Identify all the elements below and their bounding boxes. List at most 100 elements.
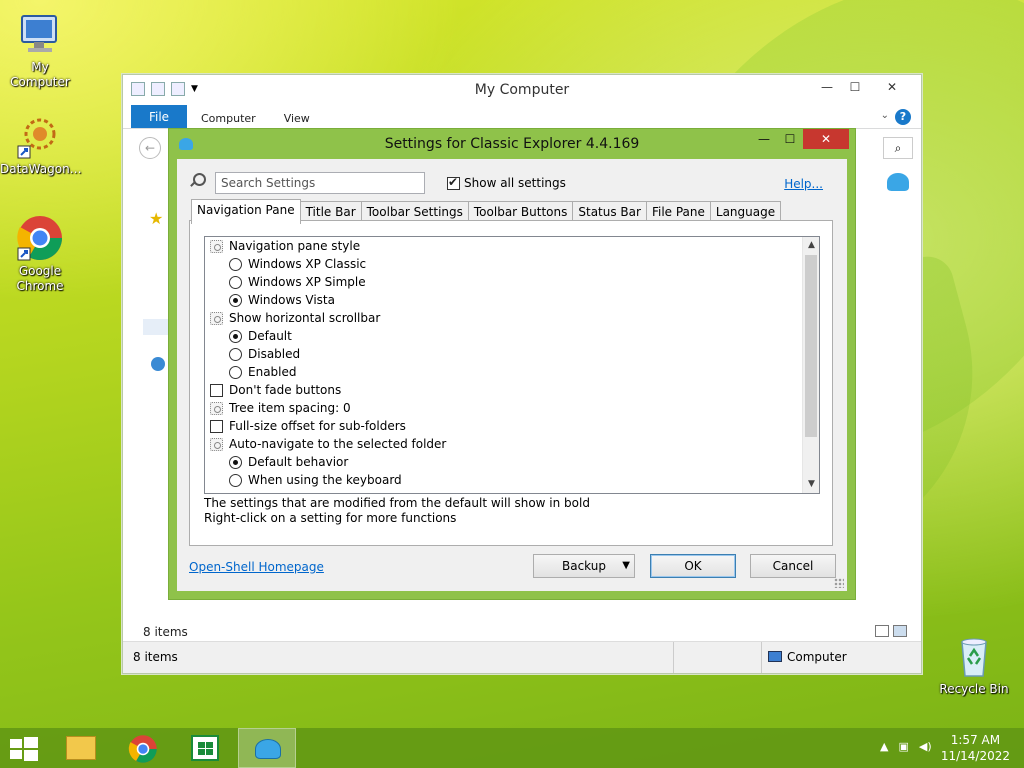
setting-radio[interactable]: Default behavior [205,453,819,471]
setting-gear-icon [210,239,223,253]
desktop-icon-my-computer[interactable]: My Computer [0,10,80,90]
search-icon[interactable]: ⌕ [883,137,913,159]
setting-label: Show horizontal scrollbar [229,311,381,325]
ribbon-shell-icon[interactable] [887,173,909,191]
setting-group[interactable]: Tree item spacing: 0 [205,399,819,417]
setting-radio[interactable]: Default [205,327,819,345]
help-link[interactable]: Help... [784,177,823,191]
setting-radio[interactable]: Windows XP Classic [205,255,819,273]
setting-label: Disabled [248,347,301,361]
network-icon[interactable] [151,357,165,371]
star-icon[interactable]: ★ [149,209,163,228]
setting-radio[interactable]: When using the keyboard [205,471,819,489]
desktop-icon-google-chrome[interactable]: Google Chrome [0,214,80,294]
setting-checkbox[interactable]: Full-size offset for sub-folders [205,417,819,435]
scroll-down-icon[interactable]: ▼ [803,476,819,493]
help-icon[interactable]: ? [895,109,911,125]
start-button[interactable] [10,737,38,761]
checkbox[interactable] [210,419,223,433]
setting-label: Windows Vista [248,293,335,307]
setting-label: Windows XP Simple [248,275,366,289]
desktop-icon-label: Recycle Bin [939,682,1009,696]
vertical-scrollbar[interactable]: ▲ ▼ [802,237,819,493]
explorer-titlebar[interactable]: ▼ My Computer — ☐ ✕ [123,75,921,105]
explorer-title: My Computer [474,82,570,98]
chrome-icon [128,735,157,763]
view-switcher [875,625,907,637]
setting-gear-icon [210,401,223,415]
show-all-settings-checkbox[interactable]: Show all settings [447,175,566,190]
ok-button[interactable]: OK [650,554,736,578]
desktop-icon-datawagon[interactable]: DataWagon… [0,112,82,177]
taskbar-store[interactable] [176,728,234,768]
note-bold-info: The settings that are modified from the … [204,496,590,510]
details-view-icon[interactable] [875,625,889,637]
cancel-button[interactable]: Cancel [750,554,836,578]
setting-radio[interactable]: Disabled [205,345,819,363]
settings-dialog: Settings for Classic Explorer 4.4.169 — … [168,128,856,600]
radio-button[interactable] [229,473,242,487]
show-all-label: Show all settings [464,176,566,190]
radio-button[interactable] [229,347,242,361]
radio-button[interactable] [229,293,242,307]
setting-group[interactable]: Navigation pane style [205,237,819,255]
maximize-button[interactable]: ☐ [777,129,803,149]
show-hidden-icons-icon[interactable]: ▲ [880,740,888,753]
taskbar: ▲ ▣ ◀) 1:57 AM 11/14/2022 [0,728,1024,768]
system-tray: ▲ ▣ ◀) 1:57 AM 11/14/2022 [864,728,1024,768]
tab-view[interactable]: View [270,105,324,128]
checkbox-icon[interactable] [447,175,460,190]
homepage-link[interactable]: Open-Shell Homepage [189,560,324,574]
radio-button[interactable] [229,455,242,469]
checkbox[interactable] [210,383,223,397]
taskbar-chrome[interactable] [114,728,172,768]
setting-group[interactable]: Auto-navigate to the selected folder [205,435,819,453]
taskbar-file-explorer[interactable] [52,728,110,768]
setting-gear-icon [210,437,223,451]
desktop-icon-label: DataWagon… [0,162,82,176]
setting-group[interactable]: Show horizontal scrollbar [205,309,819,327]
settings-tree: Navigation pane style Windows XP Classic W… [204,236,820,494]
setting-gear-icon [210,311,223,325]
status-location: Computer [768,650,847,664]
radio-button[interactable] [229,257,242,271]
volume-icon[interactable]: ◀) [919,740,932,753]
minimize-button[interactable]: — [813,77,841,97]
desktop-icon-recycle-bin[interactable]: Recycle Bin [934,632,1014,697]
setting-label: Full-size offset for sub-folders [229,419,406,433]
computer-small-icon [768,651,782,662]
tab-navigation-pane[interactable]: Navigation Pane [191,199,301,224]
large-icons-view-icon[interactable] [893,625,907,637]
dialog-titlebar[interactable]: Settings for Classic Explorer 4.4.169 — … [169,129,855,159]
scroll-up-icon[interactable]: ▲ [803,237,819,254]
tab-computer[interactable]: Computer [187,105,270,128]
tab-panel-navigation-pane: Navigation pane style Windows XP Classic W… [189,220,833,546]
minimize-button[interactable]: — [751,129,777,149]
clock-time: 1:57 AM [950,733,1001,747]
setting-label: Navigation pane style [229,239,361,253]
radio-button[interactable] [229,275,242,289]
setting-radio[interactable]: Windows XP Simple [205,273,819,291]
setting-checkbox[interactable]: Don't fade buttons [205,381,819,399]
ribbon-tabs: File Computer View ⌄ ? [123,105,921,129]
close-button[interactable]: ✕ [869,77,915,97]
resize-grip[interactable] [834,578,844,588]
chevron-down-icon[interactable]: ⌄ [881,110,889,121]
setting-radio[interactable]: Enabled [205,363,819,381]
radio-button[interactable] [229,329,242,343]
tab-file[interactable]: File [131,105,187,128]
scroll-thumb[interactable] [805,255,817,437]
clock[interactable]: 1:57 AM 11/14/2022 [941,732,1010,764]
maximize-button[interactable]: ☐ [841,77,869,97]
setting-label: Tree item spacing: 0 [229,401,351,415]
close-button[interactable]: ✕ [803,129,849,149]
setting-label: Windows XP Classic [248,257,367,271]
back-button[interactable]: ← [139,137,161,159]
settings-search-input[interactable]: Search Settings [215,172,425,194]
backup-button[interactable]: Backup ▼ [533,554,635,578]
taskbar-classic-explorer-settings[interactable] [238,728,296,768]
setting-radio[interactable]: Windows Vista [205,291,819,309]
network-icon[interactable]: ▣ [898,740,908,753]
radio-button[interactable] [229,365,242,379]
items-count: 8 items [143,625,188,639]
